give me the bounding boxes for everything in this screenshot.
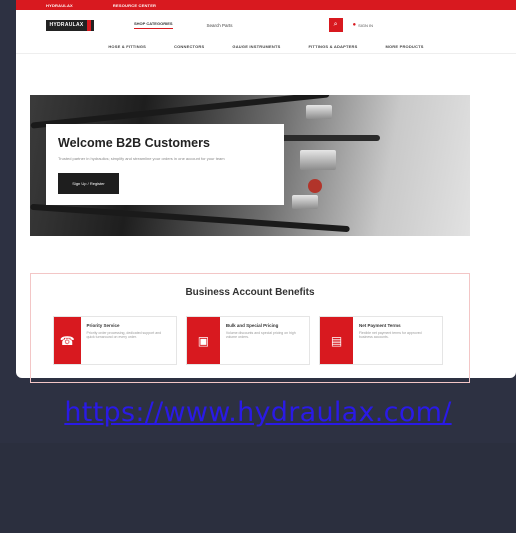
register-button[interactable]: Sign Up / Register	[58, 173, 119, 194]
search-button[interactable]: ⌕	[328, 18, 343, 32]
cap-decoration	[308, 179, 322, 193]
hero-title: Welcome B2B Customers	[58, 136, 210, 150]
hero-banner: Welcome B2B Customers Trusted partner in…	[30, 95, 470, 236]
phone-icon: ☎	[54, 317, 81, 364]
signin-link[interactable]: ● SIGN IN	[353, 22, 374, 28]
benefit-desc: Flexible net payment terms for approved …	[358, 331, 422, 339]
nav-item-more[interactable]: MORE PRODUCTS	[385, 44, 423, 49]
payment-icon: ▤	[320, 317, 353, 364]
top-bar: HYDRAULAX RESOURCE CENTER	[16, 0, 516, 10]
user-icon: ●	[352, 22, 357, 28]
signin-label: SIGN IN	[358, 22, 374, 28]
logo-mark	[86, 19, 91, 31]
benefit-desc: Priority order processing, dedicated sup…	[86, 331, 162, 339]
nav-item-fittings[interactable]: FITTINGS & ADAPTERS	[308, 44, 357, 49]
fitting-decoration	[300, 150, 336, 170]
benefit-card-priority[interactable]: ☎ Priority Service Priority order proces…	[53, 316, 177, 365]
fitting-decoration	[292, 195, 318, 209]
benefit-card-pricing[interactable]: ▣ Bulk and Special Pricing Volume discou…	[186, 316, 310, 365]
search-icon: ⌕	[333, 21, 338, 28]
benefit-title: Bulk and Special Pricing	[225, 323, 279, 328]
website-url-link[interactable]: https://www.hydraulax.com/	[0, 397, 516, 428]
brand-logo[interactable]: HYDRAULAX	[46, 19, 94, 31]
footer-band	[0, 443, 516, 533]
fitting-decoration	[306, 105, 332, 119]
hero-subtitle: Trusted partner in hydraulics; simplify …	[58, 156, 225, 161]
price-tag-icon: ▣	[187, 317, 220, 364]
nav-item-hose[interactable]: HOSE & FITTINGS	[108, 44, 146, 49]
shop-categories-button[interactable]: SHOP CATEGORIES	[134, 21, 173, 29]
hero-card: Welcome B2B Customers Trusted partner in…	[46, 124, 284, 205]
nav-item-gauge[interactable]: GAUGE INSTRUMENTS	[232, 44, 280, 49]
logo-text: HYDRAULAX	[49, 22, 84, 28]
benefit-title: Priority Service	[86, 323, 120, 328]
benefit-desc: Volume discounts and special pricing on …	[225, 331, 296, 339]
nav-item-connectors[interactable]: CONNECTORS	[174, 44, 204, 49]
benefit-card-terms[interactable]: ▤ Net Payment Terms Flexible net payment…	[319, 316, 443, 365]
topbar-left-link[interactable]: HYDRAULAX	[46, 3, 73, 8]
benefits-title: Business Account Benefits	[185, 287, 315, 298]
benefits-section: Business Account Benefits ☎ Priority Ser…	[30, 273, 470, 383]
topbar-resource-link[interactable]: RESOURCE CENTER	[113, 3, 156, 8]
benefit-title: Net Payment Terms	[358, 323, 401, 328]
search-input[interactable]: Search Parts	[207, 20, 327, 30]
main-nav: HOSE & FITTINGS CONNECTORS GAUGE INSTRUM…	[16, 40, 516, 54]
site-header: HYDRAULAX SHOP CATEGORIES Search Parts ⌕…	[16, 10, 516, 40]
